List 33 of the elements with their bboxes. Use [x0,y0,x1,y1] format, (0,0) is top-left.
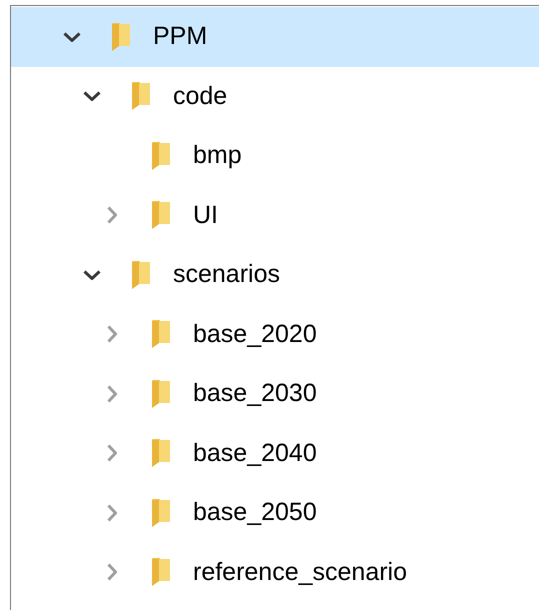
folder-name: base_2030 [193,379,317,408]
tree-row[interactable]: base_2050 [11,483,539,542]
folder-icon [151,200,171,230]
chevron-icon[interactable] [83,91,101,102]
tree-row[interactable]: PPM [11,7,539,66]
folder-name: UI [193,200,218,230]
tree-row[interactable]: reference_scenario [11,542,539,602]
tree-row[interactable]: UI [11,186,539,245]
chevron-icon[interactable] [83,270,101,280]
folder-icon [151,438,171,468]
folder-icon [151,498,171,528]
folder-name: bmp [193,141,242,170]
tree-row[interactable]: bmp [11,126,539,186]
tree-row[interactable]: code [11,66,539,126]
folder-name: code [173,82,228,111]
folder-name: base_2020 [193,320,317,349]
folder-name: scenarios [173,260,280,290]
folder-icon [151,557,171,588]
folder-name: PPM [153,22,208,52]
folder-icon [151,378,171,409]
folder-icon [131,260,151,290]
folder-name: base_2050 [193,498,317,528]
folder-name: reference_scenario [193,558,408,587]
tree-row[interactable]: base_2040 [11,424,539,483]
folder-icon [151,319,171,350]
tree-row[interactable]: base_2030 [11,364,539,424]
folder-name: base_2040 [193,438,317,468]
folder-icon [131,81,151,112]
tree-row[interactable]: base_2020 [11,304,539,364]
folder-icon [111,22,131,52]
chevron-icon[interactable] [63,32,81,42]
tree-row[interactable]: scenarios [11,245,539,304]
folder-icon [151,140,171,171]
